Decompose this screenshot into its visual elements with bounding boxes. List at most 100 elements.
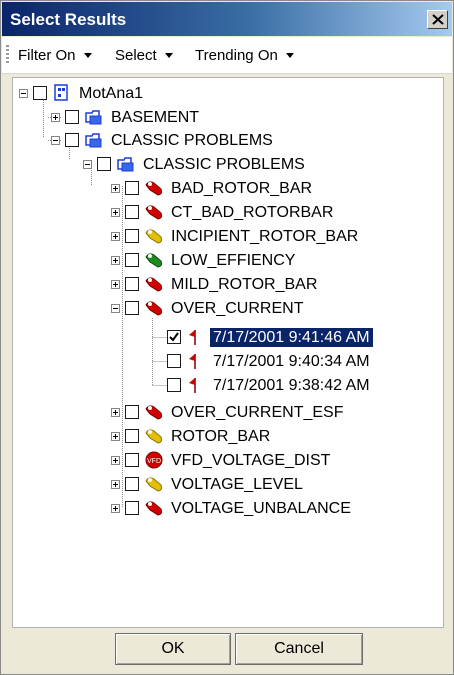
tree-checkbox[interactable] xyxy=(125,253,139,267)
red-fault-icon xyxy=(145,205,163,220)
toolbar-grip-icon[interactable] xyxy=(6,45,9,65)
tree-checkbox[interactable] xyxy=(65,133,79,147)
tree-checkbox[interactable] xyxy=(125,429,139,443)
expand-icon[interactable] xyxy=(111,480,120,489)
tree-node-fault[interactable]: CT_BAD_ROTORBAR xyxy=(111,203,431,225)
collapse-icon[interactable] xyxy=(83,160,92,169)
result-label: 7/17/2001 9:41:46 AM xyxy=(209,327,374,348)
tree-checkbox[interactable] xyxy=(125,405,139,419)
machine-node-icon xyxy=(54,84,68,101)
trending-label: Trending On xyxy=(195,47,278,64)
tree-checkbox[interactable] xyxy=(125,501,139,515)
result-label: 7/17/2001 9:40:34 AM xyxy=(213,353,370,370)
expand-icon[interactable] xyxy=(51,113,60,122)
tree: MotAna1 BASEMENT CLASSIC PROBLEMS CLASSI… xyxy=(13,78,443,627)
result-checkbox[interactable] xyxy=(167,354,181,368)
close-icon xyxy=(432,14,444,25)
result-checkbox[interactable] xyxy=(167,330,181,344)
tree-node-label: OVER_CURRENT_ESF xyxy=(171,404,344,421)
expand-icon[interactable] xyxy=(111,280,120,289)
red-fault-icon xyxy=(145,301,163,316)
tree-node-label: VOLTAGE_LEVEL xyxy=(171,476,303,493)
tree-node-basement[interactable]: BASEMENT xyxy=(51,108,271,130)
tree-checkbox[interactable] xyxy=(125,453,139,467)
expand-icon[interactable] xyxy=(111,232,120,241)
tree-node-label: CLASSIC PROBLEMS xyxy=(143,156,305,173)
tree-node-label: VOLTAGE_UNBALANCE xyxy=(171,500,351,517)
close-button[interactable] xyxy=(427,10,448,29)
tree-checkbox[interactable] xyxy=(125,181,139,195)
red-flag-icon xyxy=(189,330,196,345)
collapse-icon[interactable] xyxy=(51,136,60,145)
tree-node-fault[interactable]: VOLTAGE_LEVEL xyxy=(111,475,431,497)
cancel-button[interactable]: Cancel xyxy=(235,633,363,665)
red-flag-icon xyxy=(189,354,196,369)
blue-folder-icon xyxy=(117,157,134,172)
green-fault-icon xyxy=(145,253,163,268)
tree-node-label: VFD_VOLTAGE_DIST xyxy=(171,452,331,469)
tree-checkbox[interactable] xyxy=(125,229,139,243)
result-row[interactable]: 7/17/2001 9:41:46 AM xyxy=(153,327,403,350)
tree-node-fault-over-current[interactable]: OVER_CURRENT xyxy=(111,299,431,321)
expand-icon[interactable] xyxy=(111,504,120,513)
tree-node-label: LOW_EFFIENCY xyxy=(171,252,296,269)
tree-node-label: MotAna1 xyxy=(79,85,144,102)
tree-checkbox[interactable] xyxy=(125,277,139,291)
yellow-fault-icon xyxy=(145,229,163,244)
expand-icon[interactable] xyxy=(111,408,120,417)
tree-node-root[interactable]: MotAna1 xyxy=(19,84,219,106)
select-label: Select xyxy=(115,47,157,64)
tree-node-fault[interactable]: VOLTAGE_UNBALANCE xyxy=(111,499,431,521)
yellow-fault-icon xyxy=(145,429,163,444)
tree-node-fault[interactable]: MILD_ROTOR_BAR xyxy=(111,275,431,297)
tree-node-label: CLASSIC PROBLEMS xyxy=(111,132,273,149)
tree-node-fault[interactable]: BAD_ROTOR_BAR xyxy=(111,179,431,201)
tree-checkbox[interactable] xyxy=(33,86,47,100)
ok-button[interactable]: OK xyxy=(115,633,231,665)
tree-node-label: BASEMENT xyxy=(111,109,200,126)
result-row[interactable]: 7/17/2001 9:40:34 AM xyxy=(153,352,403,374)
tree-node-label: BAD_ROTOR_BAR xyxy=(171,180,313,197)
red-fault-icon xyxy=(145,277,163,292)
results-tree-view[interactable]: MotAna1 BASEMENT CLASSIC PROBLEMS CLASSI… xyxy=(12,77,444,628)
tree-node-fault[interactable]: LOW_EFFIENCY xyxy=(111,251,431,273)
yellow-fault-icon xyxy=(145,477,163,492)
red-fault-icon xyxy=(145,181,163,196)
filter-menu-button[interactable]: Filter On xyxy=(18,47,92,64)
trending-menu-button[interactable]: Trending On xyxy=(195,47,294,64)
tree-node-fault[interactable]: ROTOR_BAR xyxy=(111,427,431,449)
expand-icon[interactable] xyxy=(111,208,120,217)
tree-node-fault[interactable]: VFD VFD_VOLTAGE_DIST xyxy=(111,451,431,473)
tree-node-classic-problems-sub[interactable]: CLASSIC PROBLEMS xyxy=(83,155,363,177)
select-results-dialog: Select Results Filter On Select Trending… xyxy=(0,0,454,675)
dialog-button-bar: OK Cancel xyxy=(1,629,453,675)
tree-node-label: ROTOR_BAR xyxy=(171,428,271,445)
select-menu-button[interactable]: Select xyxy=(115,47,173,64)
expand-icon[interactable] xyxy=(111,184,120,193)
tree-checkbox[interactable] xyxy=(125,477,139,491)
tree-node-fault[interactable]: INCIPIENT_ROTOR_BAR xyxy=(111,227,431,249)
tree-checkbox[interactable] xyxy=(65,110,79,124)
tree-checkbox[interactable] xyxy=(125,301,139,315)
tree-node-label: OVER_CURRENT xyxy=(171,300,304,317)
collapse-icon[interactable] xyxy=(111,304,120,313)
result-label: 7/17/2001 9:38:42 AM xyxy=(213,377,370,394)
collapse-icon[interactable] xyxy=(19,89,28,98)
tree-node-classic-problems[interactable]: CLASSIC PROBLEMS xyxy=(51,131,331,153)
red-fault-icon xyxy=(145,405,163,420)
expand-icon[interactable] xyxy=(111,432,120,441)
dropdown-arrow-icon xyxy=(164,53,173,58)
red-circle-fault-icon: VFD xyxy=(145,451,163,469)
tree-node-label: CT_BAD_ROTORBAR xyxy=(171,204,334,221)
tree-node-fault[interactable]: OVER_CURRENT_ESF xyxy=(111,403,431,425)
expand-icon[interactable] xyxy=(111,456,120,465)
filter-label: Filter On xyxy=(18,47,76,64)
expand-icon[interactable] xyxy=(111,256,120,265)
tree-checkbox[interactable] xyxy=(97,157,111,171)
checkmark-icon xyxy=(169,332,179,342)
blue-folder-icon xyxy=(85,110,102,125)
tree-checkbox[interactable] xyxy=(125,205,139,219)
result-checkbox[interactable] xyxy=(167,378,181,392)
blue-folder-icon xyxy=(85,133,102,148)
result-row[interactable]: 7/17/2001 9:38:42 AM xyxy=(153,376,403,398)
